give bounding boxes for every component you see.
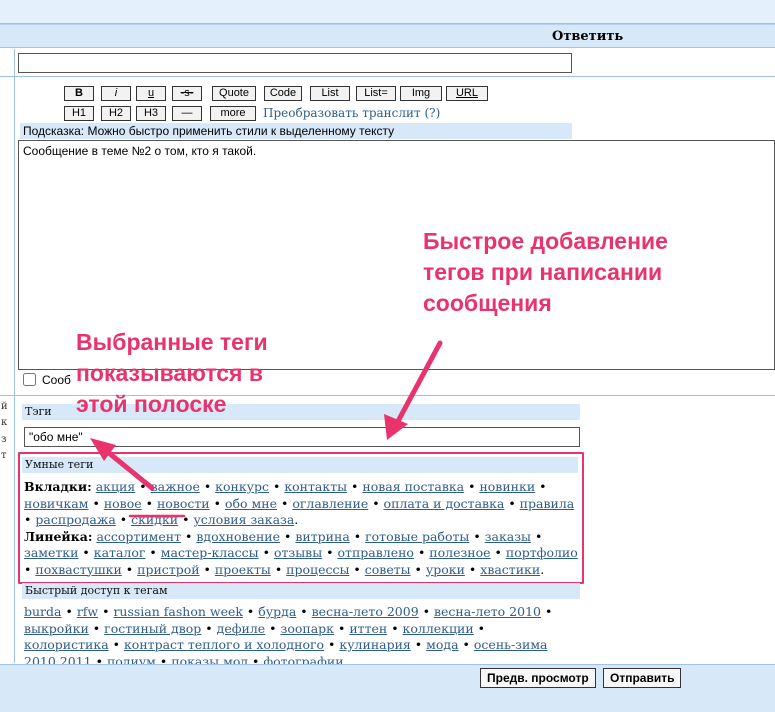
reply-form: Ответить й к з т B i u -s- Quote Code Li… [0, 0, 775, 712]
arrow-to-selected-tag [101, 446, 155, 491]
annotation-arrows [90, 340, 443, 518]
arrow-to-tags-input [393, 340, 443, 428]
arrow-head [384, 414, 408, 440]
